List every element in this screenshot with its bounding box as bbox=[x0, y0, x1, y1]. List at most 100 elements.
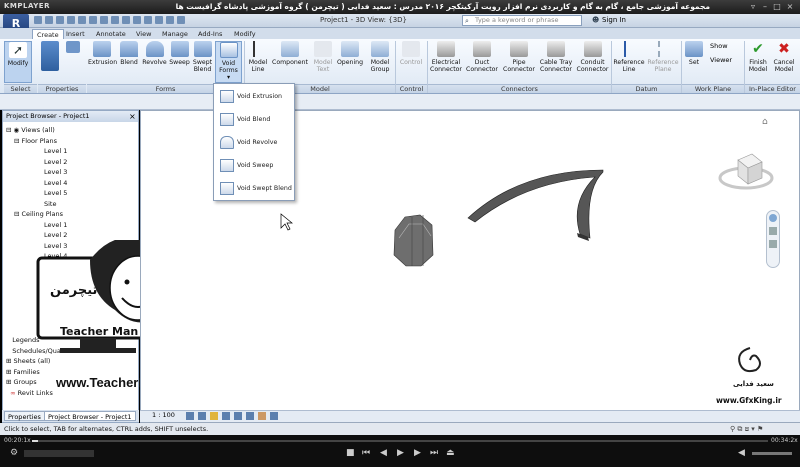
swept-blend-button[interactable]: Swept Blend bbox=[191, 41, 214, 73]
tab-annotate[interactable]: Annotate bbox=[92, 29, 130, 39]
tab-manage[interactable]: Manage bbox=[158, 29, 192, 39]
sun-path-icon[interactable] bbox=[210, 412, 218, 420]
tree-ceiling-plans[interactable]: ⊟ Ceiling Plans bbox=[6, 209, 136, 220]
home-icon[interactable]: ⌂ bbox=[762, 117, 768, 127]
extrusion-button[interactable]: Extrusion bbox=[88, 41, 117, 66]
sign-in-button[interactable]: Sign In bbox=[602, 16, 626, 24]
redo-icon[interactable] bbox=[67, 16, 75, 24]
finish-model-button[interactable]: ✔ Finish Model bbox=[746, 41, 770, 73]
reveal-hidden-icon[interactable] bbox=[270, 412, 278, 420]
pin-icon[interactable]: ▿ bbox=[748, 2, 758, 11]
tree-item[interactable]: Level 2 bbox=[6, 157, 136, 168]
volume-slider[interactable] bbox=[752, 452, 792, 455]
visual-style-icon[interactable] bbox=[198, 412, 206, 420]
close-windows-icon[interactable] bbox=[166, 16, 174, 24]
menu-item-void-sweep[interactable]: Void Sweep bbox=[218, 155, 294, 177]
play-icon[interactable]: ▶ bbox=[397, 448, 404, 458]
text-icon[interactable] bbox=[122, 16, 130, 24]
seek-bar[interactable] bbox=[32, 440, 768, 442]
steering-wheel-icon[interactable] bbox=[769, 214, 777, 222]
tab-view[interactable]: View bbox=[132, 29, 155, 39]
render-icon[interactable] bbox=[234, 412, 242, 420]
dimension-icon[interactable] bbox=[100, 16, 108, 24]
tree-item[interactable]: Level 1 bbox=[6, 220, 136, 231]
open-file-icon[interactable]: ⏏ bbox=[446, 448, 455, 458]
menu-item-void-swept-blend[interactable]: Void Swept Blend bbox=[218, 178, 294, 200]
save-icon[interactable] bbox=[45, 16, 53, 24]
tree-item[interactable]: Site bbox=[6, 199, 136, 210]
tab-create[interactable]: Create bbox=[32, 29, 64, 39]
tab-insert[interactable]: Insert bbox=[62, 29, 89, 39]
model-group-button[interactable]: Model Group bbox=[367, 41, 393, 73]
search-input[interactable]: Type a keyword or phrase bbox=[462, 15, 582, 26]
tree-floor-plans[interactable]: ⊟ Floor Plans bbox=[6, 136, 136, 147]
stop-icon[interactable]: ■ bbox=[346, 448, 355, 458]
reference-line-button[interactable]: Reference Line bbox=[613, 41, 645, 73]
next-icon[interactable]: ⏭ bbox=[430, 448, 438, 458]
shadows-icon[interactable] bbox=[222, 412, 230, 420]
tab-modify[interactable]: Modify bbox=[230, 29, 260, 39]
revolve-solid[interactable] bbox=[393, 214, 434, 267]
revolve-button[interactable]: Revolve bbox=[141, 41, 168, 66]
settings-icon[interactable]: ⚙ bbox=[10, 448, 18, 458]
undo-icon[interactable] bbox=[56, 16, 64, 24]
measure-icon[interactable] bbox=[89, 16, 97, 24]
pipe-connector-button[interactable]: Pipe Connector bbox=[501, 41, 537, 73]
tab-properties-panel[interactable]: Properties bbox=[4, 411, 45, 421]
type-properties-button[interactable] bbox=[63, 41, 83, 55]
cable-tray-connector-button[interactable]: Cable Tray Connector bbox=[538, 41, 574, 73]
cancel-model-button[interactable]: ✖ Cancel Model bbox=[771, 41, 797, 73]
print-icon[interactable] bbox=[78, 16, 86, 24]
maximize-icon[interactable]: □ bbox=[772, 2, 782, 11]
set-button[interactable]: Set bbox=[684, 41, 704, 66]
swept-shell-solid[interactable] bbox=[467, 169, 604, 239]
tree-item[interactable]: Level 3 bbox=[6, 167, 136, 178]
tree-views-all[interactable]: ⊟ ◉ Views (all) bbox=[6, 125, 136, 136]
open-icon[interactable] bbox=[34, 16, 42, 24]
detail-level-icon[interactable] bbox=[186, 412, 194, 420]
minimize-icon[interactable]: – bbox=[760, 2, 770, 11]
binoculars-icon[interactable]: ⌕ bbox=[465, 17, 469, 26]
show-workplane-button[interactable]: Show bbox=[710, 42, 728, 50]
opening-button[interactable]: Opening bbox=[336, 41, 364, 66]
3d-view-icon[interactable] bbox=[133, 16, 141, 24]
modify-button[interactable]: ➚ Modify bbox=[4, 41, 32, 83]
kmplayer-logo[interactable]: KMPLAYER bbox=[4, 2, 50, 10]
close-icon[interactable]: × bbox=[785, 2, 795, 11]
electrical-connector-button[interactable]: Electrical Connector bbox=[429, 41, 463, 73]
volume-icon[interactable]: ◀ bbox=[738, 448, 745, 458]
switch-windows-icon[interactable] bbox=[177, 16, 185, 24]
temporary-hide-icon[interactable] bbox=[258, 412, 266, 420]
rewind-icon[interactable]: ◀ bbox=[380, 448, 387, 458]
tree-item[interactable]: Level 4 bbox=[6, 178, 136, 189]
tag-icon[interactable] bbox=[111, 16, 119, 24]
blend-button[interactable]: Blend bbox=[117, 41, 141, 66]
tree-item[interactable]: Level 1 bbox=[6, 146, 136, 157]
viewcube[interactable] bbox=[716, 148, 776, 194]
menu-item-void-blend[interactable]: Void Blend bbox=[218, 109, 294, 131]
component-button[interactable]: Component bbox=[272, 41, 308, 66]
view-scale[interactable]: 1 : 100 bbox=[152, 411, 175, 419]
pan-icon[interactable] bbox=[769, 240, 777, 248]
tree-item[interactable]: Level 2 bbox=[6, 230, 136, 241]
section-icon[interactable] bbox=[144, 16, 152, 24]
thin-lines-icon[interactable] bbox=[155, 16, 163, 24]
conduit-connector-button[interactable]: Conduit Connector bbox=[575, 41, 610, 73]
sweep-button[interactable]: Sweep bbox=[168, 41, 191, 66]
viewer-button[interactable]: Viewer bbox=[710, 56, 732, 64]
zoom-icon[interactable] bbox=[769, 227, 777, 235]
menu-item-void-extrusion[interactable]: Void Extrusion bbox=[218, 86, 294, 108]
duct-connector-button[interactable]: Duct Connector bbox=[464, 41, 500, 73]
tab-project-browser[interactable]: Project Browser - Project1 bbox=[44, 411, 136, 421]
group-select[interactable]: Select bbox=[4, 84, 37, 93]
model-text-button[interactable]: Model Text bbox=[311, 41, 335, 73]
forward-icon[interactable]: ▶ bbox=[414, 448, 421, 458]
reference-plane-button[interactable]: Reference Plane bbox=[647, 41, 679, 73]
menu-item-void-revolve[interactable]: Void Revolve bbox=[218, 132, 294, 154]
close-icon[interactable]: × bbox=[129, 111, 136, 122]
tab-add-ins[interactable]: Add-Ins bbox=[194, 29, 226, 39]
model-line-button[interactable]: Model Line bbox=[246, 41, 270, 73]
crop-icon[interactable] bbox=[246, 412, 254, 420]
properties-button[interactable] bbox=[38, 41, 62, 81]
tree-item[interactable]: Level 5 bbox=[6, 188, 136, 199]
